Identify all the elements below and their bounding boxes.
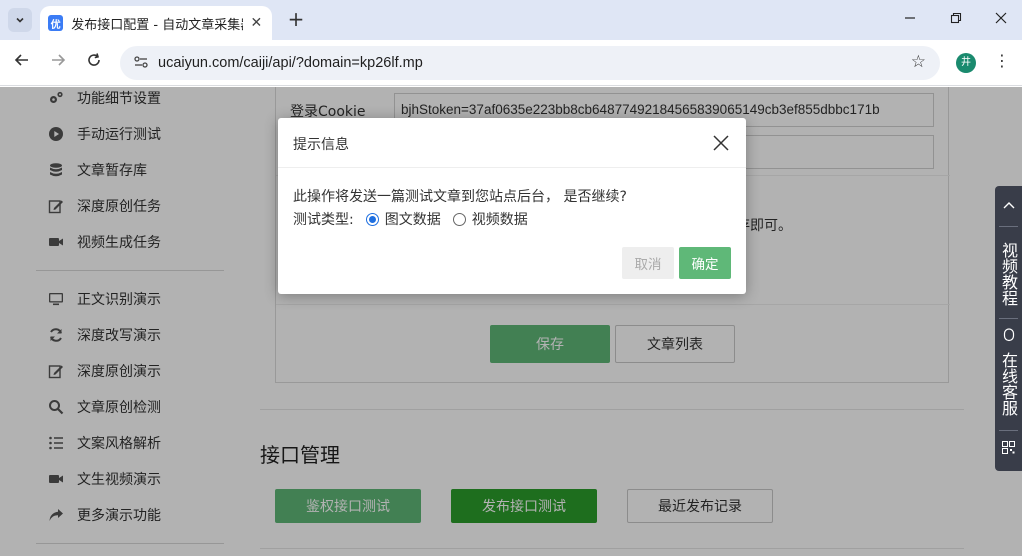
close-icon <box>995 12 1007 24</box>
site-info-icon[interactable] <box>130 55 152 72</box>
video-tutorial-link[interactable]: 视频教程 <box>998 236 1019 312</box>
close-icon[interactable] <box>710 132 732 154</box>
tab-search-dropdown[interactable] <box>8 8 32 32</box>
menu-kebab-icon[interactable]: ⋮ <box>992 51 1012 70</box>
radio-video-label[interactable]: 视频数据 <box>472 209 528 229</box>
test-type-row: 测试类型: 图文数据 视频数据 <box>293 209 528 229</box>
back-button[interactable] <box>10 51 34 75</box>
dialog-header: 提示信息 <box>278 118 746 168</box>
minimize-icon <box>905 17 915 19</box>
reload-button[interactable] <box>82 51 106 75</box>
chevron-up-icon[interactable] <box>995 198 1022 212</box>
radio-image-text-label[interactable]: 图文数据 <box>385 209 441 229</box>
confirm-button[interactable]: 确定 <box>679 247 731 279</box>
online-service-link[interactable]: 在线客服 <box>998 346 1019 422</box>
site-favicon-icon: 优 <box>48 15 64 31</box>
cancel-button[interactable]: 取消 <box>622 247 674 279</box>
bookmark-star-icon[interactable]: ☆ <box>911 52 926 72</box>
close-window-button[interactable] <box>987 8 1015 32</box>
forward-button[interactable] <box>46 51 70 75</box>
floating-help-panel: 视频教程 在线客服 <box>995 186 1022 471</box>
browser-toolbar: ucaiyun.com/caiji/api/?domain=kp26lf.mp … <box>0 40 1022 86</box>
dialog-title: 提示信息 <box>293 137 349 153</box>
address-bar[interactable]: ucaiyun.com/caiji/api/?domain=kp26lf.mp … <box>120 46 940 80</box>
restore-icon <box>950 12 962 24</box>
chevron-down-icon <box>16 17 24 23</box>
panel-divider <box>999 226 1018 227</box>
restore-button[interactable] <box>942 8 970 32</box>
profile-avatar[interactable]: 井 <box>956 53 976 73</box>
arrow-left-icon <box>14 54 28 66</box>
url-text: ucaiyun.com/caiji/api/?domain=kp26lf.mp <box>158 55 423 71</box>
arrow-right-icon <box>52 54 66 66</box>
radio-image-text[interactable] <box>365 212 379 226</box>
test-type-label: 测试类型: <box>293 212 354 228</box>
tab-title: 发布接口配置 - 自动文章采集器 <box>71 17 243 33</box>
tab-close-icon[interactable]: ✕ <box>249 15 264 31</box>
qrcode-icon[interactable] <box>995 441 1022 457</box>
chat-icon <box>995 328 1022 345</box>
panel-divider <box>999 430 1018 431</box>
panel-divider <box>999 318 1018 319</box>
browser-tab-bar: 优 发布接口配置 - 自动文章采集器 ✕ + <box>0 0 1022 40</box>
radio-video[interactable] <box>452 212 466 226</box>
dialog-message: 此操作将发送一篇测试文章到您站点后台， 是否继续? <box>293 189 627 205</box>
minimize-button[interactable] <box>896 8 924 32</box>
new-tab-button[interactable]: + <box>284 8 308 32</box>
confirm-dialog: 提示信息 此操作将发送一篇测试文章到您站点后台， 是否继续? 测试类型: 图文数… <box>278 118 746 294</box>
reload-icon <box>88 53 100 66</box>
browser-tab-active[interactable]: 优 发布接口配置 - 自动文章采集器 ✕ <box>40 6 272 40</box>
